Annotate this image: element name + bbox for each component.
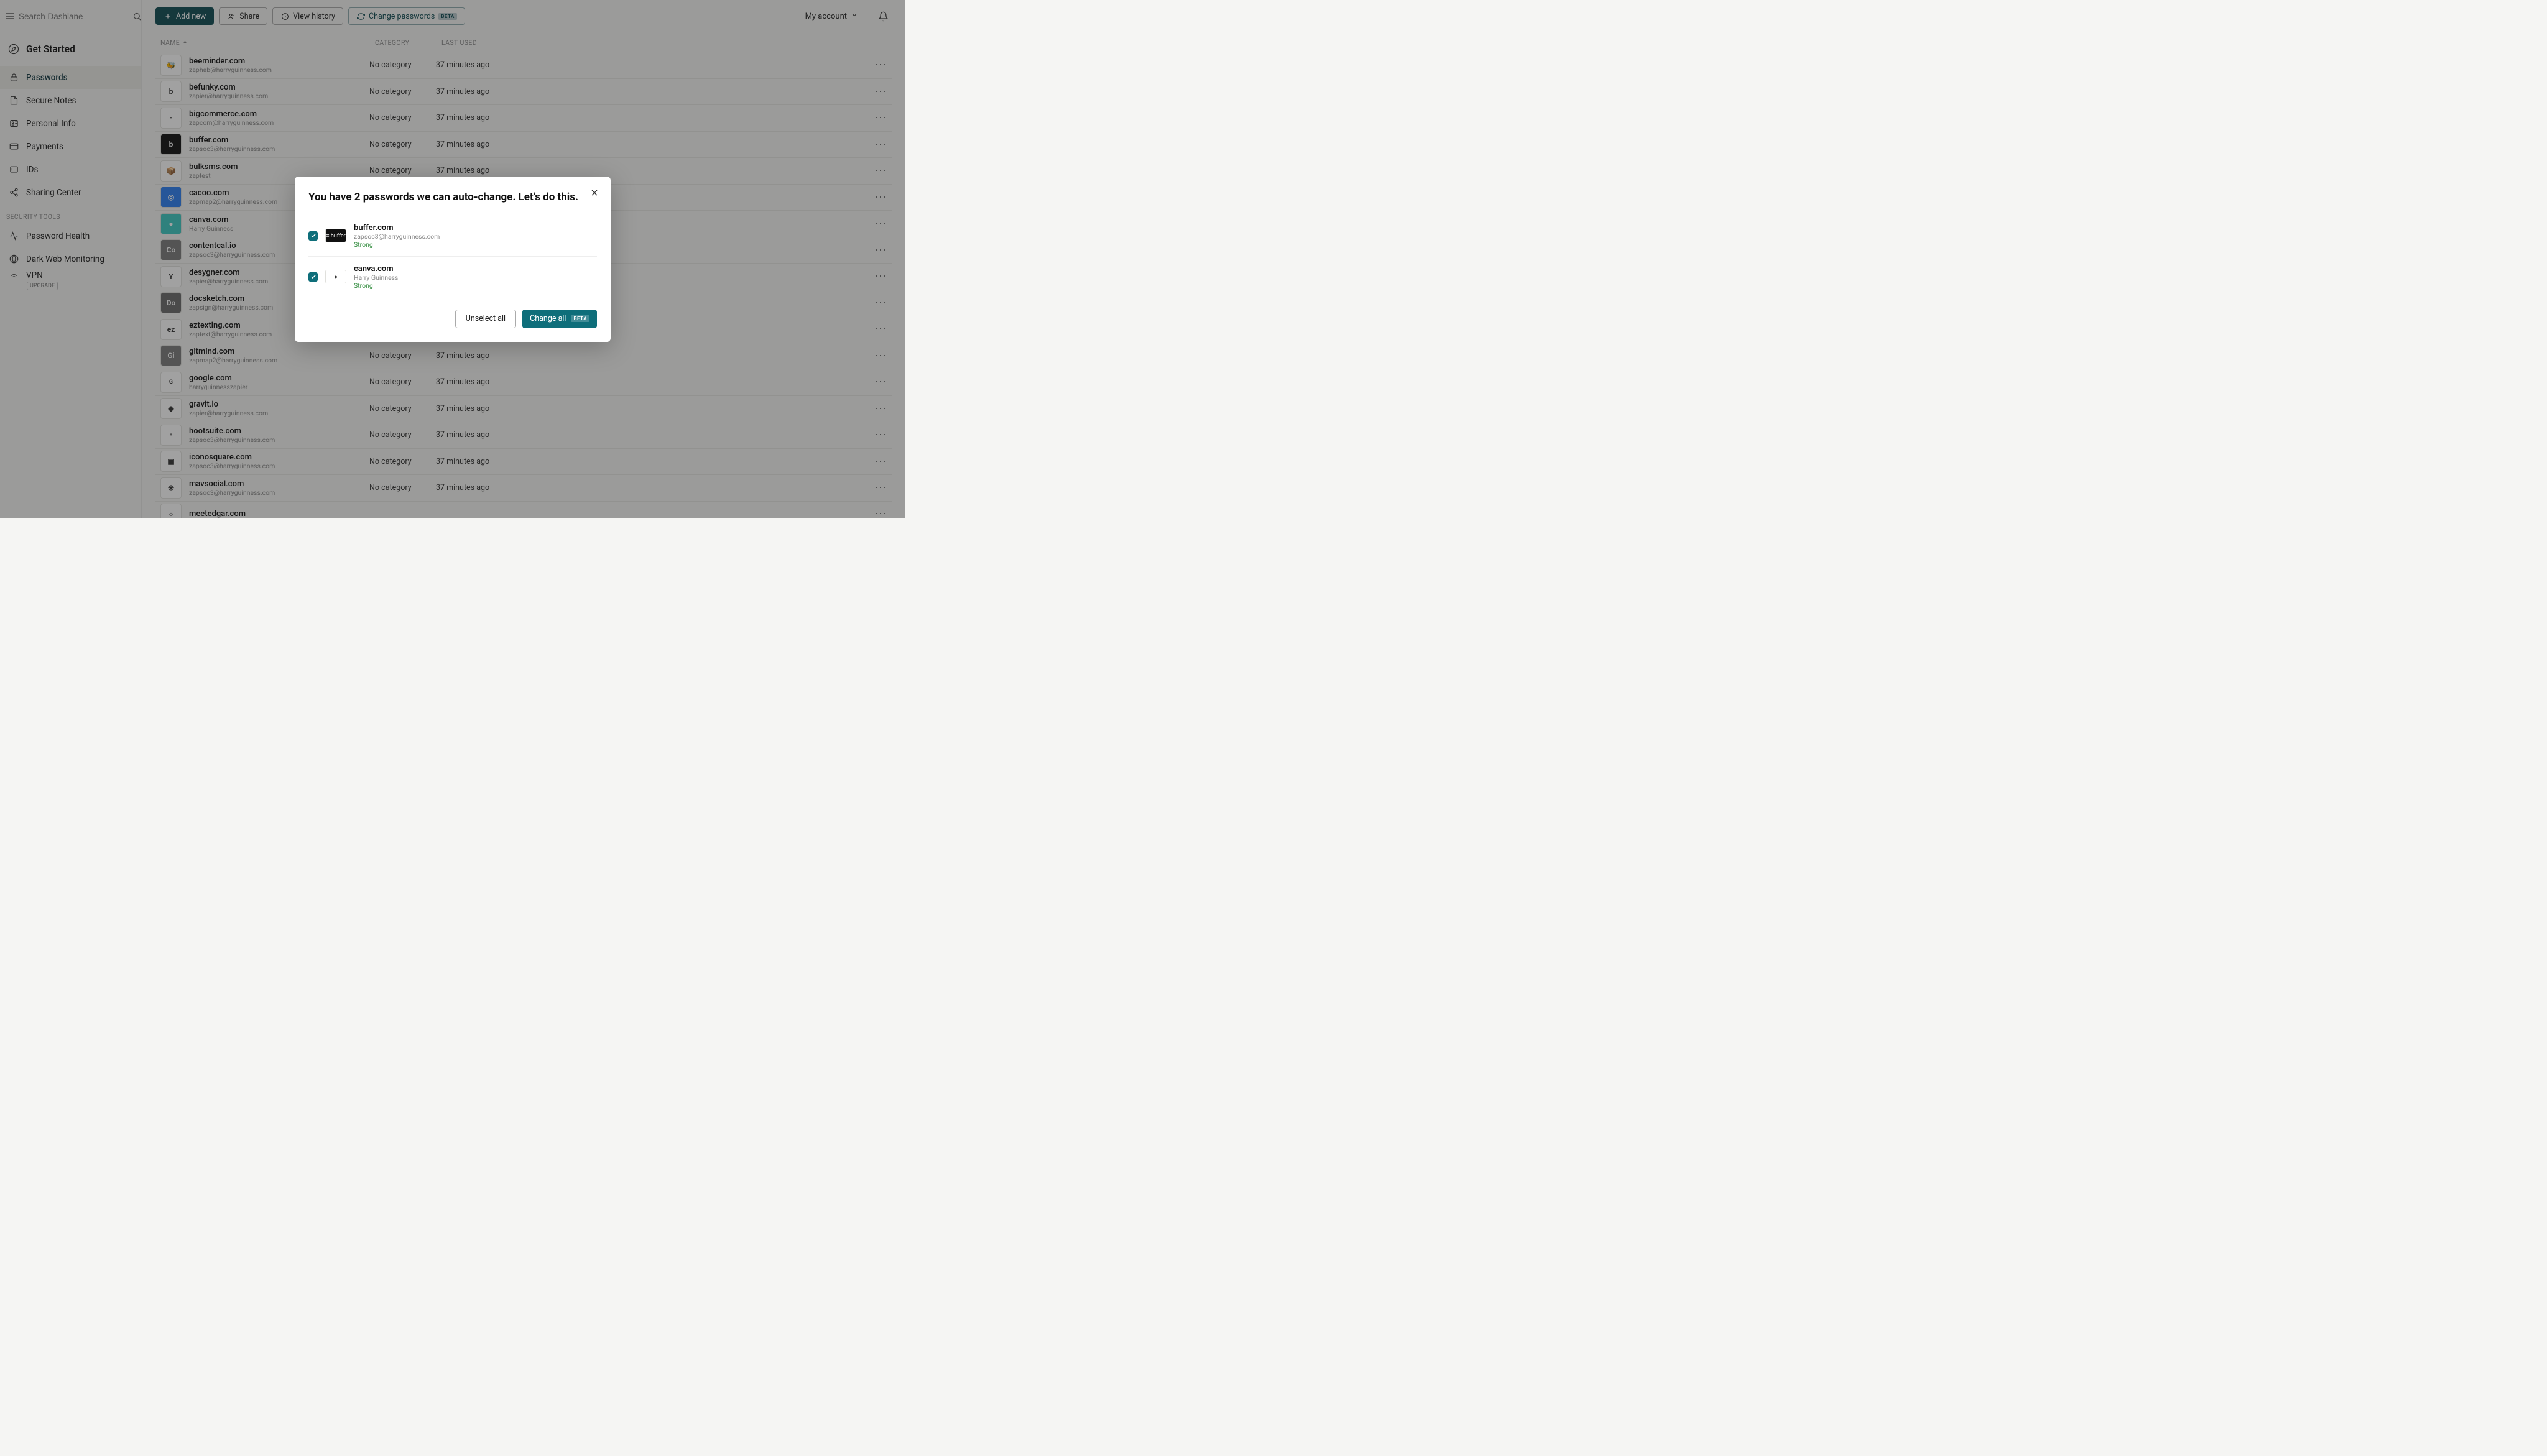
unselect-all-button[interactable]: Unselect all [455,310,516,328]
close-icon[interactable] [587,185,602,200]
modal-item: ● canva.com Harry Guinness Strong [308,257,597,297]
favicon: ≡ buffer [325,229,346,242]
modal-item-sub: Harry Guinness [354,274,398,282]
autochange-modal: You have 2 passwords we can auto-change.… [295,177,611,341]
modal-item-text: buffer.com zapsoc3@harryguinness.com Str… [354,223,440,249]
modal-rows: ≡ buffer buffer.com zapsoc3@harryguinnes… [308,216,597,297]
beta-badge: BETA [571,315,589,322]
modal-title: You have 2 passwords we can auto-change.… [308,190,597,204]
modal-item-strength: Strong [354,282,398,290]
modal-item-strength: Strong [354,241,440,249]
modal-item-name: buffer.com [354,223,440,233]
checkbox[interactable] [308,272,318,282]
modal-overlay[interactable]: You have 2 passwords we can auto-change.… [0,0,905,518]
modal-actions: Unselect all Change all BETA [308,310,597,328]
change-all-button[interactable]: Change all BETA [522,310,597,328]
checkbox[interactable] [308,231,318,241]
modal-item: ≡ buffer buffer.com zapsoc3@harryguinnes… [308,216,597,257]
modal-item-name: canva.com [354,264,398,274]
favicon: ● [325,270,346,283]
modal-item-sub: zapsoc3@harryguinness.com [354,233,440,241]
modal-item-text: canva.com Harry Guinness Strong [354,264,398,290]
